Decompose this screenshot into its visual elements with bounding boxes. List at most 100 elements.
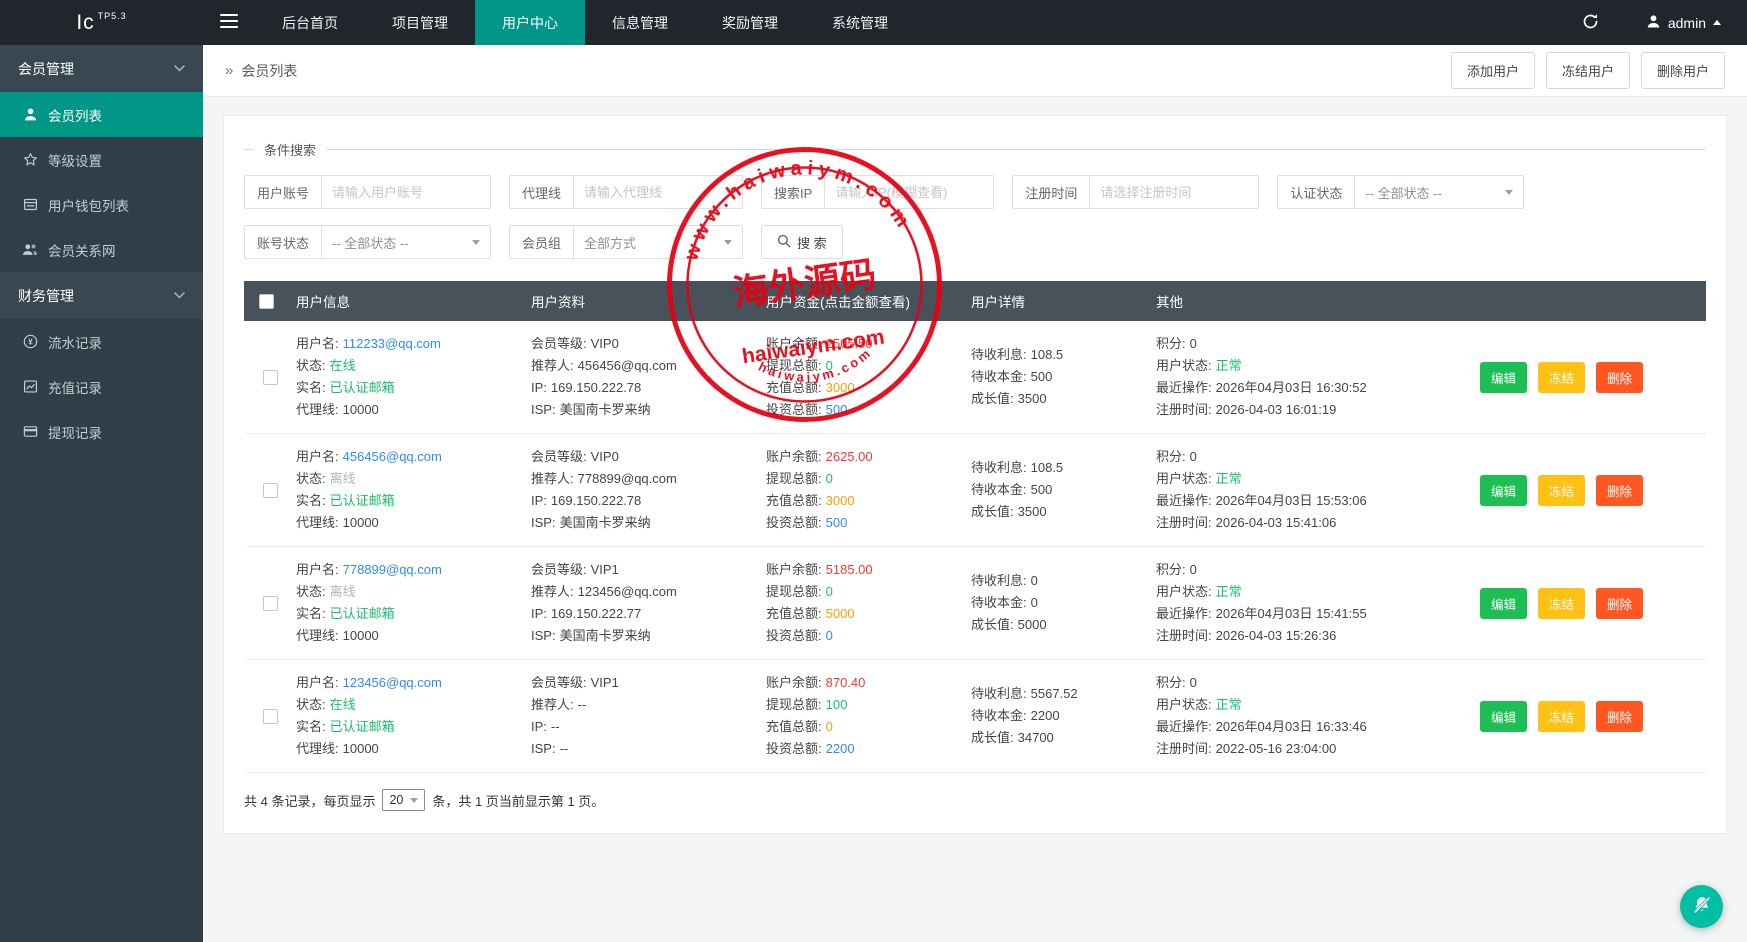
balance-value[interactable]: 5185.00 — [826, 562, 873, 577]
account-status-select[interactable]: -- 全部状态 -- — [321, 225, 491, 259]
page-size-value: 20 — [389, 793, 403, 807]
field-label: 会员等级: — [531, 562, 587, 577]
invest-total-value[interactable]: 0 — [826, 628, 833, 643]
field-label: 推荐人: — [531, 471, 574, 486]
member-group-select[interactable]: 全部方式 — [573, 225, 743, 259]
user-detail-cell: 待收利息:0 待收本金:0 成长值:5000 — [971, 559, 1156, 647]
edit-button[interactable]: 编辑 — [1480, 701, 1527, 732]
recharge-total-value[interactable]: 3000 — [826, 493, 855, 508]
sidebar-item-withdraw-records[interactable]: 提现记录 — [0, 409, 203, 454]
sidebar-item-member-list[interactable]: 会员列表 — [0, 92, 203, 137]
delete-button[interactable]: 删除 — [1596, 362, 1643, 393]
row-checkbox[interactable] — [263, 596, 278, 611]
search-button[interactable]: 搜 索 — [761, 225, 843, 259]
delete-button[interactable]: 删除 — [1596, 588, 1643, 619]
sidebar-group-member-management[interactable]: 会员管理 — [0, 45, 203, 92]
refresh-icon — [1582, 13, 1599, 33]
sidebar-item-label: 充值记录 — [48, 377, 102, 397]
sidebar-item-level-settings[interactable]: 等级设置 — [0, 137, 203, 182]
pagination-prefix: 共 4 条记录，每页显示 — [244, 791, 375, 810]
menu-toggle-button[interactable] — [203, 0, 255, 45]
topnav-item-reward[interactable]: 奖励管理 — [695, 0, 805, 45]
delete-button[interactable]: 删除 — [1596, 475, 1643, 506]
field-label: 待收利息: — [971, 347, 1027, 362]
user-profile-cell: 会员等级:VIP0 推荐人:456456@qq.com IP:169.150.2… — [531, 333, 766, 421]
withdraw-total-value[interactable]: 0 — [826, 471, 833, 486]
ip-field[interactable] — [824, 175, 994, 209]
withdraw-total-value[interactable]: 0 — [826, 358, 833, 373]
field-label: 账户余额: — [766, 336, 822, 351]
topnav-item-project[interactable]: 项目管理 — [365, 0, 475, 45]
field-label: 用户状态: — [1156, 358, 1212, 373]
agent-line-value: 10000 — [343, 402, 379, 417]
sidebar-item-user-wallet-list[interactable]: 用户钱包列表 — [0, 182, 203, 227]
username-link[interactable]: 456456@qq.com — [343, 449, 442, 464]
edit-button[interactable]: 编辑 — [1480, 362, 1527, 393]
withdraw-total-value[interactable]: 100 — [826, 697, 848, 712]
recharge-total-value[interactable]: 5000 — [826, 606, 855, 621]
freeze-user-button[interactable]: 冻结用户 — [1546, 52, 1630, 89]
row-checkbox[interactable] — [263, 709, 278, 724]
edit-button[interactable]: 编辑 — [1480, 588, 1527, 619]
freeze-button[interactable]: 冻结 — [1538, 362, 1585, 393]
field-label: 代理线: — [296, 628, 339, 643]
field-label: 用户名: — [296, 449, 339, 464]
username-link[interactable]: 123456@qq.com — [343, 675, 442, 690]
refresh-button[interactable] — [1562, 0, 1620, 45]
ip-field-group: 搜索IP — [761, 175, 994, 209]
balance-value[interactable]: 2625.00 — [826, 449, 873, 464]
topnav-item-system[interactable]: 系统管理 — [805, 0, 915, 45]
principal-value: 2200 — [1031, 708, 1060, 723]
sidebar-group-finance-management[interactable]: 财务管理 — [0, 272, 203, 319]
register-time-field-group: 注册时间 — [1012, 175, 1259, 209]
reg-time-value: 2026-04-03 15:26:36 — [1216, 628, 1337, 643]
field-label: 注册时间: — [1156, 741, 1212, 756]
sidebar-item-flow-records[interactable]: ¥ 流水记录 — [0, 319, 203, 364]
breadcrumb-icon: » — [225, 62, 233, 79]
username-link[interactable]: 778899@qq.com — [343, 562, 442, 577]
delete-button[interactable]: 删除 — [1596, 701, 1643, 732]
page-size-select[interactable]: 20 — [382, 789, 425, 811]
invest-total-value[interactable]: 500 — [826, 515, 848, 530]
realname-value: 已认证邮箱 — [330, 719, 395, 734]
freeze-button[interactable]: 冻结 — [1538, 475, 1585, 506]
withdraw-total-value[interactable]: 0 — [826, 584, 833, 599]
invest-total-value[interactable]: 500 — [826, 402, 848, 417]
card-icon — [22, 424, 38, 439]
growth-value: 3500 — [1018, 504, 1047, 519]
sidebar-item-member-relations[interactable]: 会员关系网 — [0, 227, 203, 272]
field-label: 待收本金: — [971, 708, 1027, 723]
freeze-button[interactable]: 冻结 — [1538, 701, 1585, 732]
interest-value: 108.5 — [1031, 460, 1064, 475]
table-row: 用户名:123456@qq.com 状态:在线 实名:已认证邮箱 代理线:100… — [244, 660, 1706, 773]
delete-user-button[interactable]: 删除用户 — [1641, 52, 1725, 89]
agent-line-field[interactable] — [573, 175, 743, 209]
balance-value[interactable]: 2505.50 — [826, 336, 873, 351]
user-icon — [22, 107, 38, 122]
recharge-total-value[interactable]: 0 — [826, 719, 833, 734]
sidebar-item-recharge-records[interactable]: 充值记录 — [0, 364, 203, 409]
field-label: 积分: — [1156, 675, 1186, 690]
row-checkbox[interactable] — [263, 370, 278, 385]
growth-value: 34700 — [1018, 730, 1054, 745]
edit-button[interactable]: 编辑 — [1480, 475, 1527, 506]
username-link[interactable]: 112233@qq.com — [343, 336, 441, 351]
topnav-item-user-center[interactable]: 用户中心 — [475, 0, 585, 45]
account-field[interactable] — [321, 175, 491, 209]
field-label: 状态: — [296, 584, 326, 599]
last-op-value: 2026年04月03日 15:41:55 — [1216, 606, 1367, 621]
freeze-button[interactable]: 冻结 — [1538, 588, 1585, 619]
invest-total-value[interactable]: 2200 — [826, 741, 855, 756]
user-status-value: 正常 — [1216, 358, 1242, 373]
recharge-total-value[interactable]: 3000 — [826, 380, 855, 395]
select-all-checkbox[interactable] — [259, 294, 274, 309]
topnav-item-home[interactable]: 后台首页 — [255, 0, 365, 45]
row-checkbox[interactable] — [263, 483, 278, 498]
notification-button[interactable] — [1680, 885, 1723, 928]
topnav-item-info[interactable]: 信息管理 — [585, 0, 695, 45]
register-time-field[interactable] — [1089, 175, 1259, 209]
balance-value[interactable]: 870.40 — [826, 675, 866, 690]
add-user-button[interactable]: 添加用户 — [1451, 52, 1535, 89]
admin-menu[interactable]: admin — [1620, 0, 1747, 45]
auth-status-select[interactable]: -- 全部状态 -- — [1354, 175, 1524, 209]
